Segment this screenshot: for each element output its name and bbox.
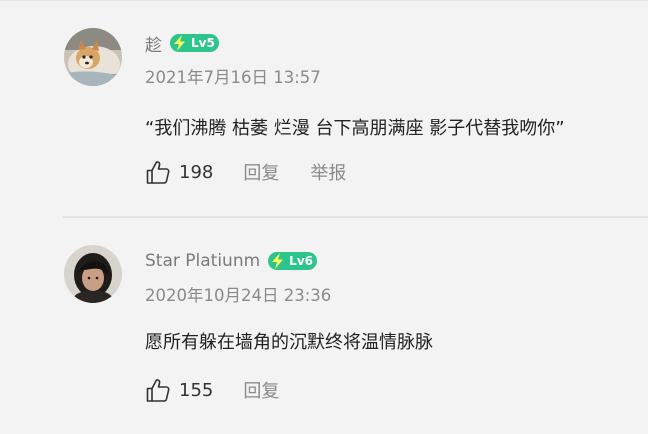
avatar[interactable] — [64, 28, 122, 86]
reply-button[interactable]: 回复 — [243, 377, 279, 403]
user-line: Star Platiunm Lv6 — [145, 249, 317, 273]
comment-actions: 198 回复 举报 — [145, 158, 346, 186]
comment-item: 趁 Lv5 2021年7月16日 13:57 “我们沸腾 枯萎 烂漫 台下高朋满… — [0, 0, 648, 216]
comment-text: “我们沸腾 枯萎 烂漫 台下高朋满座 影子代替我吻你” — [145, 118, 565, 139]
username[interactable]: Star Platiunm — [145, 251, 260, 271]
like-button[interactable]: 198 — [145, 159, 213, 185]
comment-item: Star Platiunm Lv6 2020年10月24日 23:36 愿所有躲… — [0, 218, 648, 434]
lightning-icon — [174, 35, 185, 51]
level-badge: Lv5 — [170, 34, 219, 52]
like-count: 155 — [179, 379, 214, 401]
user-line: 趁 Lv5 — [145, 31, 219, 56]
level-badge: Lv6 — [268, 252, 317, 270]
like-thumb-icon — [146, 379, 170, 402]
like-thumb-icon — [146, 161, 170, 184]
like-button[interactable]: 155 — [145, 377, 213, 403]
username[interactable]: 趁 — [145, 31, 162, 56]
reply-button[interactable]: 回复 — [243, 159, 279, 185]
timestamp: 2021年7月16日 13:57 — [145, 68, 321, 87]
report-button[interactable]: 举报 — [310, 159, 346, 185]
timestamp: 2020年10月24日 23:36 — [145, 286, 332, 305]
comment-actions: 155 回复 — [145, 376, 279, 404]
lightning-icon — [272, 253, 284, 269]
level-label: Lv6 — [289, 254, 313, 268]
level-label: Lv5 — [191, 36, 215, 50]
like-count: 198 — [179, 161, 214, 183]
comment-text: 愿所有躲在墙角的沉默终将温情脉脉 — [145, 332, 433, 353]
avatar[interactable] — [64, 245, 122, 303]
